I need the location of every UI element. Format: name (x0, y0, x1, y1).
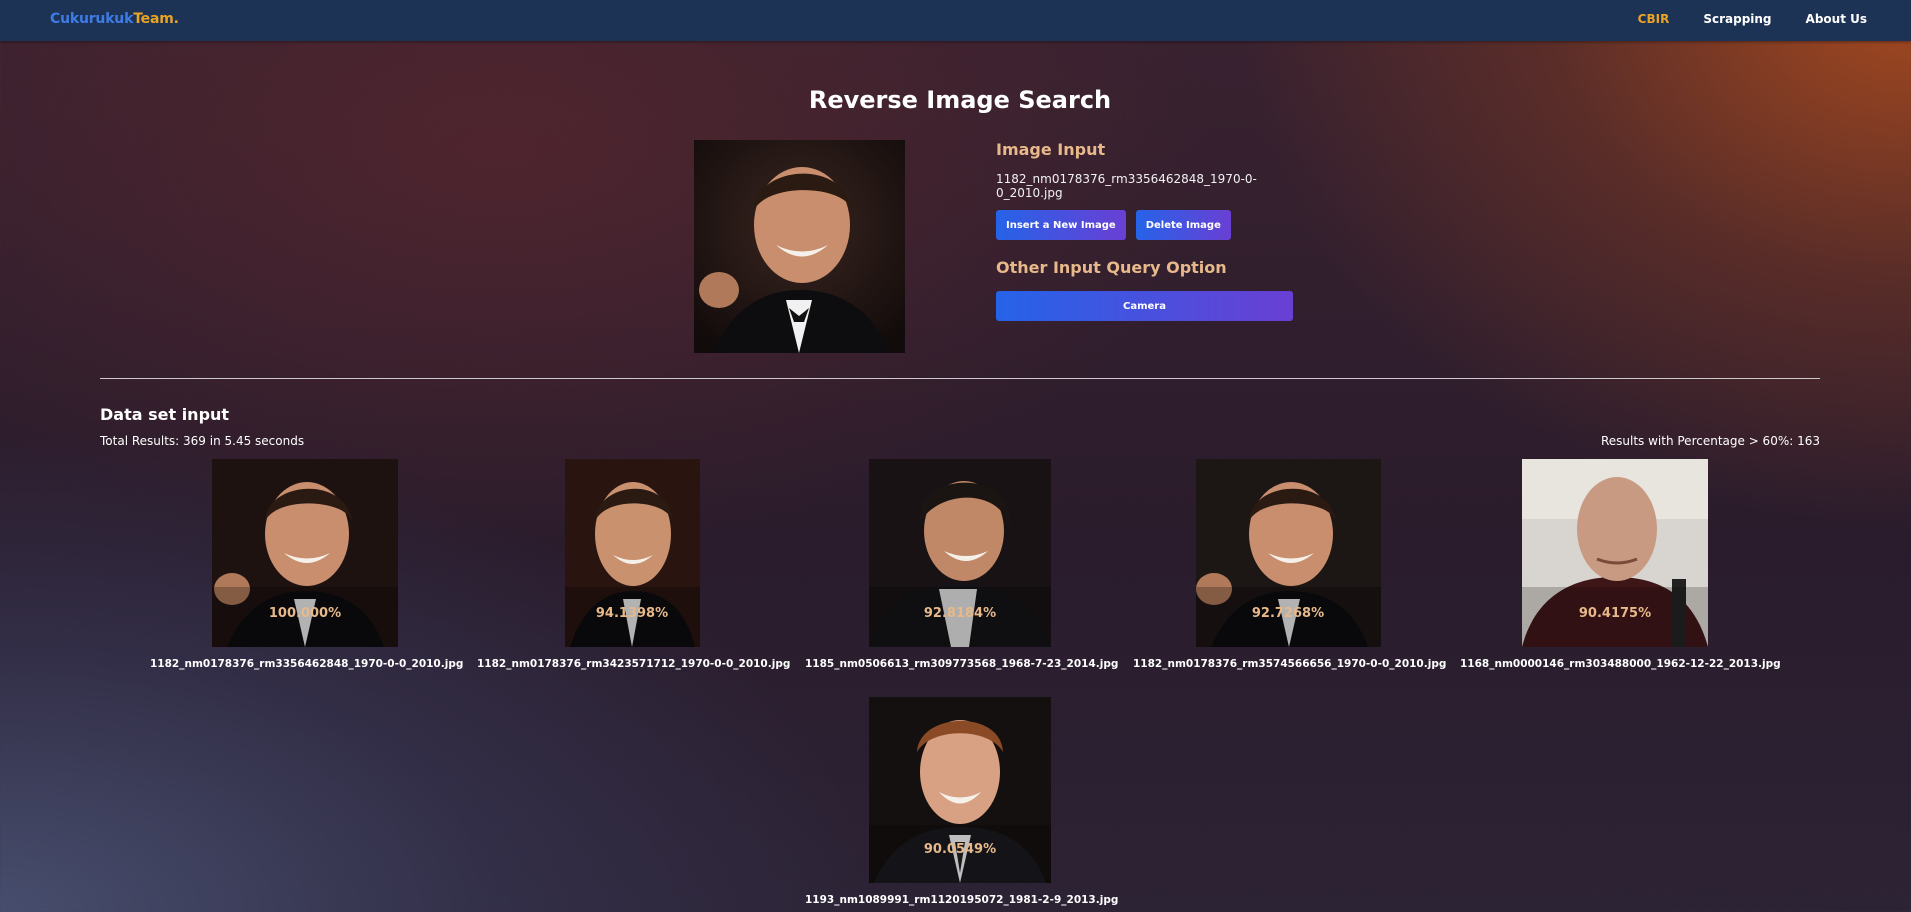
result-filename: 1182_nm0178376_rm3574566656_1970-0-0_201… (1133, 658, 1447, 670)
total-results-text: Total Results: 369 in 5.45 seconds (100, 434, 305, 448)
image-input-heading: Image Input (996, 140, 1106, 159)
query-photo-placeholder (694, 140, 905, 353)
section-divider (100, 378, 1820, 379)
brand-logo[interactable]: CukurukukTeam. (50, 11, 179, 27)
camera-button[interactable]: Camera (996, 291, 1293, 321)
similarity-percentage: 92.8184% (923, 606, 997, 621)
result-thumbnail[interactable]: 90.4175% (1522, 459, 1708, 647)
similarity-percentage: 94.1398% (595, 606, 669, 621)
result-card[interactable]: 90.4175% 1168_nm0000146_rm303488000_1962… (1460, 459, 1781, 670)
result-card[interactable]: 92.8184% 1185_nm0506613_rm309773568_1968… (805, 459, 1119, 670)
result-filename: 1193_nm1089991_rm1120195072_1981-2-9_201… (805, 894, 1119, 906)
result-filename: 1168_nm0000146_rm303488000_1962-12-22_20… (1460, 658, 1781, 670)
nav-cbir[interactable]: CBIR (1638, 12, 1670, 26)
delete-image-button[interactable]: Delete Image (1135, 210, 1231, 240)
similarity-percentage: 92.7268% (1251, 606, 1325, 621)
image-input-panel: Image Input 1182_nm0178376_rm3356462848_… (996, 140, 1294, 321)
result-card[interactable]: 94.1398% 1182_nm0178376_rm3423571712_197… (477, 459, 791, 670)
image-action-buttons: Insert a New Image Delete Image (996, 210, 1294, 240)
result-card[interactable]: 90.0549% 1193_nm1089991_rm1120195072_198… (805, 697, 1119, 906)
result-thumbnail[interactable]: 100.000% (212, 459, 398, 647)
brand-name-part2: Team. (133, 11, 179, 27)
page-title: Reverse Image Search (808, 86, 1112, 114)
result-card[interactable]: 100.000% 1182_nm0178376_rm3356462848_197… (150, 459, 464, 670)
similarity-percentage: 90.0549% (923, 842, 997, 857)
nav-about-us[interactable]: About Us (1806, 12, 1867, 26)
insert-new-image-button[interactable]: Insert a New Image (996, 210, 1126, 240)
result-filename: 1182_nm0178376_rm3423571712_1970-0-0_201… (477, 658, 791, 670)
brand-name-part1: Cukurukuk (50, 11, 134, 27)
nav-links: CBIR Scrapping About Us (1638, 12, 1867, 26)
similarity-percentage: 100.000% (268, 606, 342, 621)
result-thumbnail[interactable]: 90.0549% (869, 697, 1051, 883)
navbar: CukurukukTeam. CBIR Scrapping About Us (0, 0, 1911, 41)
result-thumbnail[interactable]: 94.1398% (564, 459, 700, 647)
other-input-heading: Other Input Query Option (996, 258, 1227, 277)
result-card[interactable]: 92.7268% 1182_nm0178376_rm3574566656_197… (1133, 459, 1447, 670)
query-image (694, 140, 905, 353)
query-file-name: 1182_nm0178376_rm3356462848_1970-0-0_201… (996, 172, 1257, 200)
result-filename: 1182_nm0178376_rm3356462848_1970-0-0_201… (150, 658, 464, 670)
similarity-percentage: 90.4175% (1578, 606, 1652, 621)
result-thumbnail[interactable]: 92.7268% (1195, 459, 1381, 647)
dataset-heading: Data set input (100, 405, 230, 424)
result-thumbnail[interactable]: 92.8184% (869, 459, 1051, 647)
nav-scrapping[interactable]: Scrapping (1703, 12, 1771, 26)
percentage-results-text: Results with Percentage > 60%: 163 (1600, 434, 1820, 448)
result-filename: 1185_nm0506613_rm309773568_1968-7-23_201… (805, 658, 1119, 670)
